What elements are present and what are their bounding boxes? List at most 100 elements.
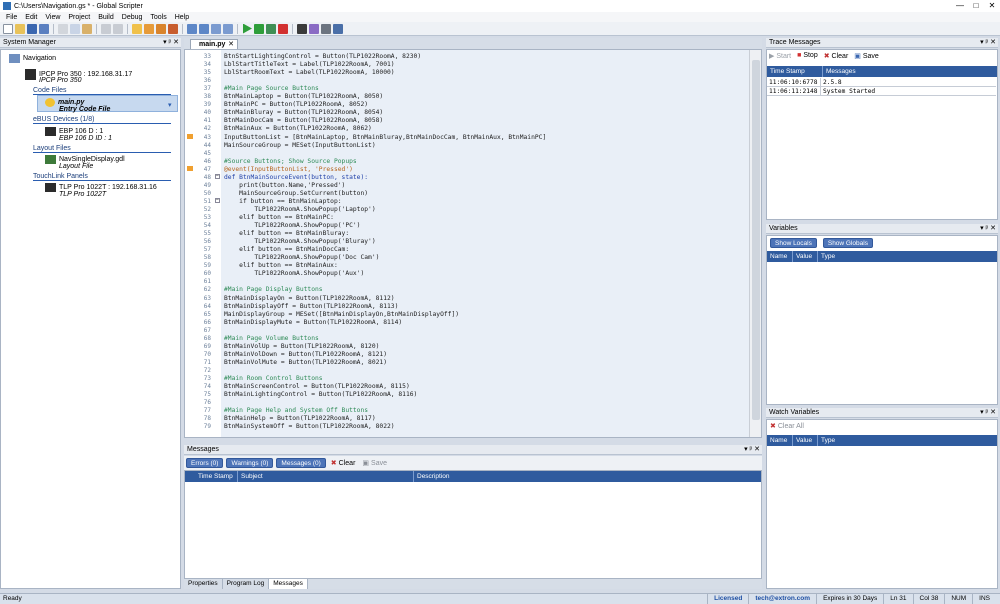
save-trace-button[interactable]: ▣ Save bbox=[854, 52, 879, 60]
minimize-button[interactable]: — bbox=[952, 0, 968, 12]
status-num: NUM bbox=[944, 594, 972, 604]
col-type[interactable]: Type bbox=[817, 251, 847, 262]
section-code-files[interactable]: Code Files bbox=[33, 87, 171, 95]
panel-pin-icon[interactable]: ▾ ᵖ ✕ bbox=[163, 38, 179, 48]
stop-trace-button[interactable]: ■ Stop bbox=[797, 52, 818, 60]
debug-icon[interactable] bbox=[254, 23, 264, 34]
messages-grid-header: Time Stamp Subject Description bbox=[185, 471, 761, 482]
panel-pin-icon[interactable]: ▾ ᵖ ✕ bbox=[744, 445, 760, 455]
panel-pin-icon[interactable]: ▾ ᵖ ✕ bbox=[980, 38, 996, 48]
col-description[interactable]: Description bbox=[413, 471, 753, 482]
trace-grid-header: Time Stamp Messages bbox=[767, 66, 997, 77]
uncomment-icon[interactable] bbox=[223, 23, 233, 34]
section-ebus-devices[interactable]: eBUS Devices (1/8) bbox=[33, 116, 171, 124]
stop-label: Stop bbox=[803, 52, 818, 59]
start-trace-button[interactable]: ▶ Start bbox=[769, 52, 791, 60]
section-layout-files[interactable]: Layout Files bbox=[33, 145, 171, 153]
code-text: #Main Page Volume Buttons bbox=[224, 334, 319, 342]
errors-filter-button[interactable]: Errors (0) bbox=[186, 458, 224, 468]
copy-icon[interactable] bbox=[70, 23, 80, 34]
col-subject[interactable]: Subject bbox=[237, 471, 407, 482]
tab-main-py[interactable]: main.py ✕ bbox=[190, 39, 238, 49]
code-editor[interactable]: 33 BtnStartLightingControl = Button(TLP10… bbox=[184, 49, 762, 438]
indent-icon[interactable] bbox=[187, 23, 197, 34]
code-text: #Main Room Control Buttons bbox=[224, 375, 323, 382]
run-icon[interactable] bbox=[243, 23, 252, 34]
add-device-icon[interactable] bbox=[144, 23, 154, 34]
save-icon[interactable] bbox=[27, 23, 37, 34]
menu-help[interactable]: Help bbox=[171, 14, 193, 21]
tab-messages[interactable]: Messages bbox=[269, 579, 308, 589]
panel-pin-icon[interactable]: ▾ ᵖ ✕ bbox=[980, 408, 996, 418]
pin-icon[interactable] bbox=[321, 23, 331, 34]
line-number: 64 bbox=[203, 302, 211, 310]
menu-debug[interactable]: Debug bbox=[118, 14, 147, 21]
section-touchlink-panels[interactable]: TouchLink Panels bbox=[33, 173, 171, 181]
redo-icon[interactable] bbox=[113, 23, 123, 34]
fold-toggle-icon[interactable]: − bbox=[215, 174, 220, 179]
warnings-filter-button[interactable]: Warnings (0) bbox=[226, 458, 274, 468]
menu-tools[interactable]: Tools bbox=[146, 14, 170, 21]
tab-program-log[interactable]: Program Log bbox=[223, 579, 270, 589]
tab-properties[interactable]: Properties bbox=[184, 579, 223, 589]
main-toolbar bbox=[0, 22, 1000, 36]
col-messages[interactable]: Messages bbox=[822, 66, 992, 77]
fold-toggle-icon[interactable]: − bbox=[215, 198, 220, 203]
menu-build[interactable]: Build bbox=[94, 14, 118, 21]
wand-icon[interactable] bbox=[309, 23, 319, 34]
col-value[interactable]: Value bbox=[792, 251, 816, 262]
close-button[interactable]: ✕ bbox=[984, 0, 1000, 12]
clear-all-button[interactable]: ✖ Clear All bbox=[770, 422, 804, 430]
save-icon: ▣ bbox=[362, 460, 370, 467]
add-panel-icon[interactable] bbox=[156, 23, 166, 34]
panel-pin-icon[interactable]: ▾ ᵖ ✕ bbox=[980, 224, 996, 234]
stop-icon[interactable] bbox=[278, 23, 288, 34]
clear-messages-button[interactable]: ✖ Clear bbox=[329, 459, 358, 468]
menu-view[interactable]: View bbox=[41, 14, 64, 21]
undo-icon[interactable] bbox=[101, 23, 111, 34]
menu-edit[interactable]: Edit bbox=[21, 14, 41, 21]
status-expires: Expires in 30 Days bbox=[816, 594, 883, 604]
messages-filter-button[interactable]: Messages (0) bbox=[276, 458, 326, 468]
add-file-icon[interactable] bbox=[132, 23, 142, 34]
new-icon[interactable] bbox=[3, 23, 13, 34]
show-locals-button[interactable]: Show Locals bbox=[770, 238, 817, 248]
menu-project[interactable]: Project bbox=[64, 14, 94, 21]
menu-file[interactable]: File bbox=[2, 14, 21, 21]
cut-icon[interactable] bbox=[58, 23, 68, 34]
variables-header: Variables ▾ ᵖ ✕ bbox=[766, 224, 998, 234]
settings-icon[interactable] bbox=[168, 23, 178, 34]
line-number: 69 bbox=[203, 342, 211, 350]
col-time-stamp[interactable]: Time Stamp bbox=[767, 66, 821, 77]
editor-scrollbar[interactable] bbox=[749, 50, 761, 437]
save-all-icon[interactable] bbox=[39, 23, 49, 34]
tool-icon[interactable] bbox=[333, 23, 343, 34]
maximize-button[interactable]: □ bbox=[968, 0, 984, 12]
col-name[interactable]: Name bbox=[767, 435, 791, 446]
comment-icon[interactable] bbox=[211, 23, 221, 34]
scrollbar-thumb[interactable] bbox=[752, 60, 760, 420]
unindent-icon[interactable] bbox=[199, 23, 209, 34]
col-name[interactable]: Name bbox=[767, 251, 791, 262]
table-row[interactable]: 11:06:11:2148 System Started bbox=[767, 87, 996, 96]
col-value[interactable]: Value bbox=[792, 435, 816, 446]
table-row[interactable]: 11:06:10:6778 2.5.8 bbox=[767, 78, 996, 87]
open-icon[interactable] bbox=[15, 23, 25, 34]
chevron-down-icon[interactable]: ▾ bbox=[168, 101, 172, 109]
paste-icon[interactable] bbox=[82, 23, 92, 34]
line-number: 40 bbox=[203, 109, 211, 117]
tree-root[interactable]: Navigation bbox=[9, 54, 56, 63]
save-messages-button[interactable]: ▣ Save bbox=[360, 459, 389, 468]
line-number: 37 bbox=[203, 85, 211, 93]
controller-sub: IPCP Pro 350 bbox=[39, 77, 82, 84]
code-text: LblStartRoomText = Label(TLP1022RoomA, 1… bbox=[224, 69, 395, 77]
col-type[interactable]: Type bbox=[817, 435, 847, 446]
step-icon[interactable] bbox=[266, 23, 276, 34]
clear-trace-button[interactable]: ✖ Clear bbox=[824, 52, 849, 60]
pilcrow-icon[interactable] bbox=[297, 23, 307, 34]
close-tab-icon[interactable]: ✕ bbox=[228, 40, 234, 49]
line-number: 35 bbox=[203, 69, 211, 77]
show-globals-button[interactable]: Show Globals bbox=[822, 238, 873, 248]
col-time-stamp[interactable]: Time Stamp bbox=[195, 471, 235, 482]
watch-header: Watch Variables ▾ ᵖ ✕ bbox=[766, 408, 998, 418]
